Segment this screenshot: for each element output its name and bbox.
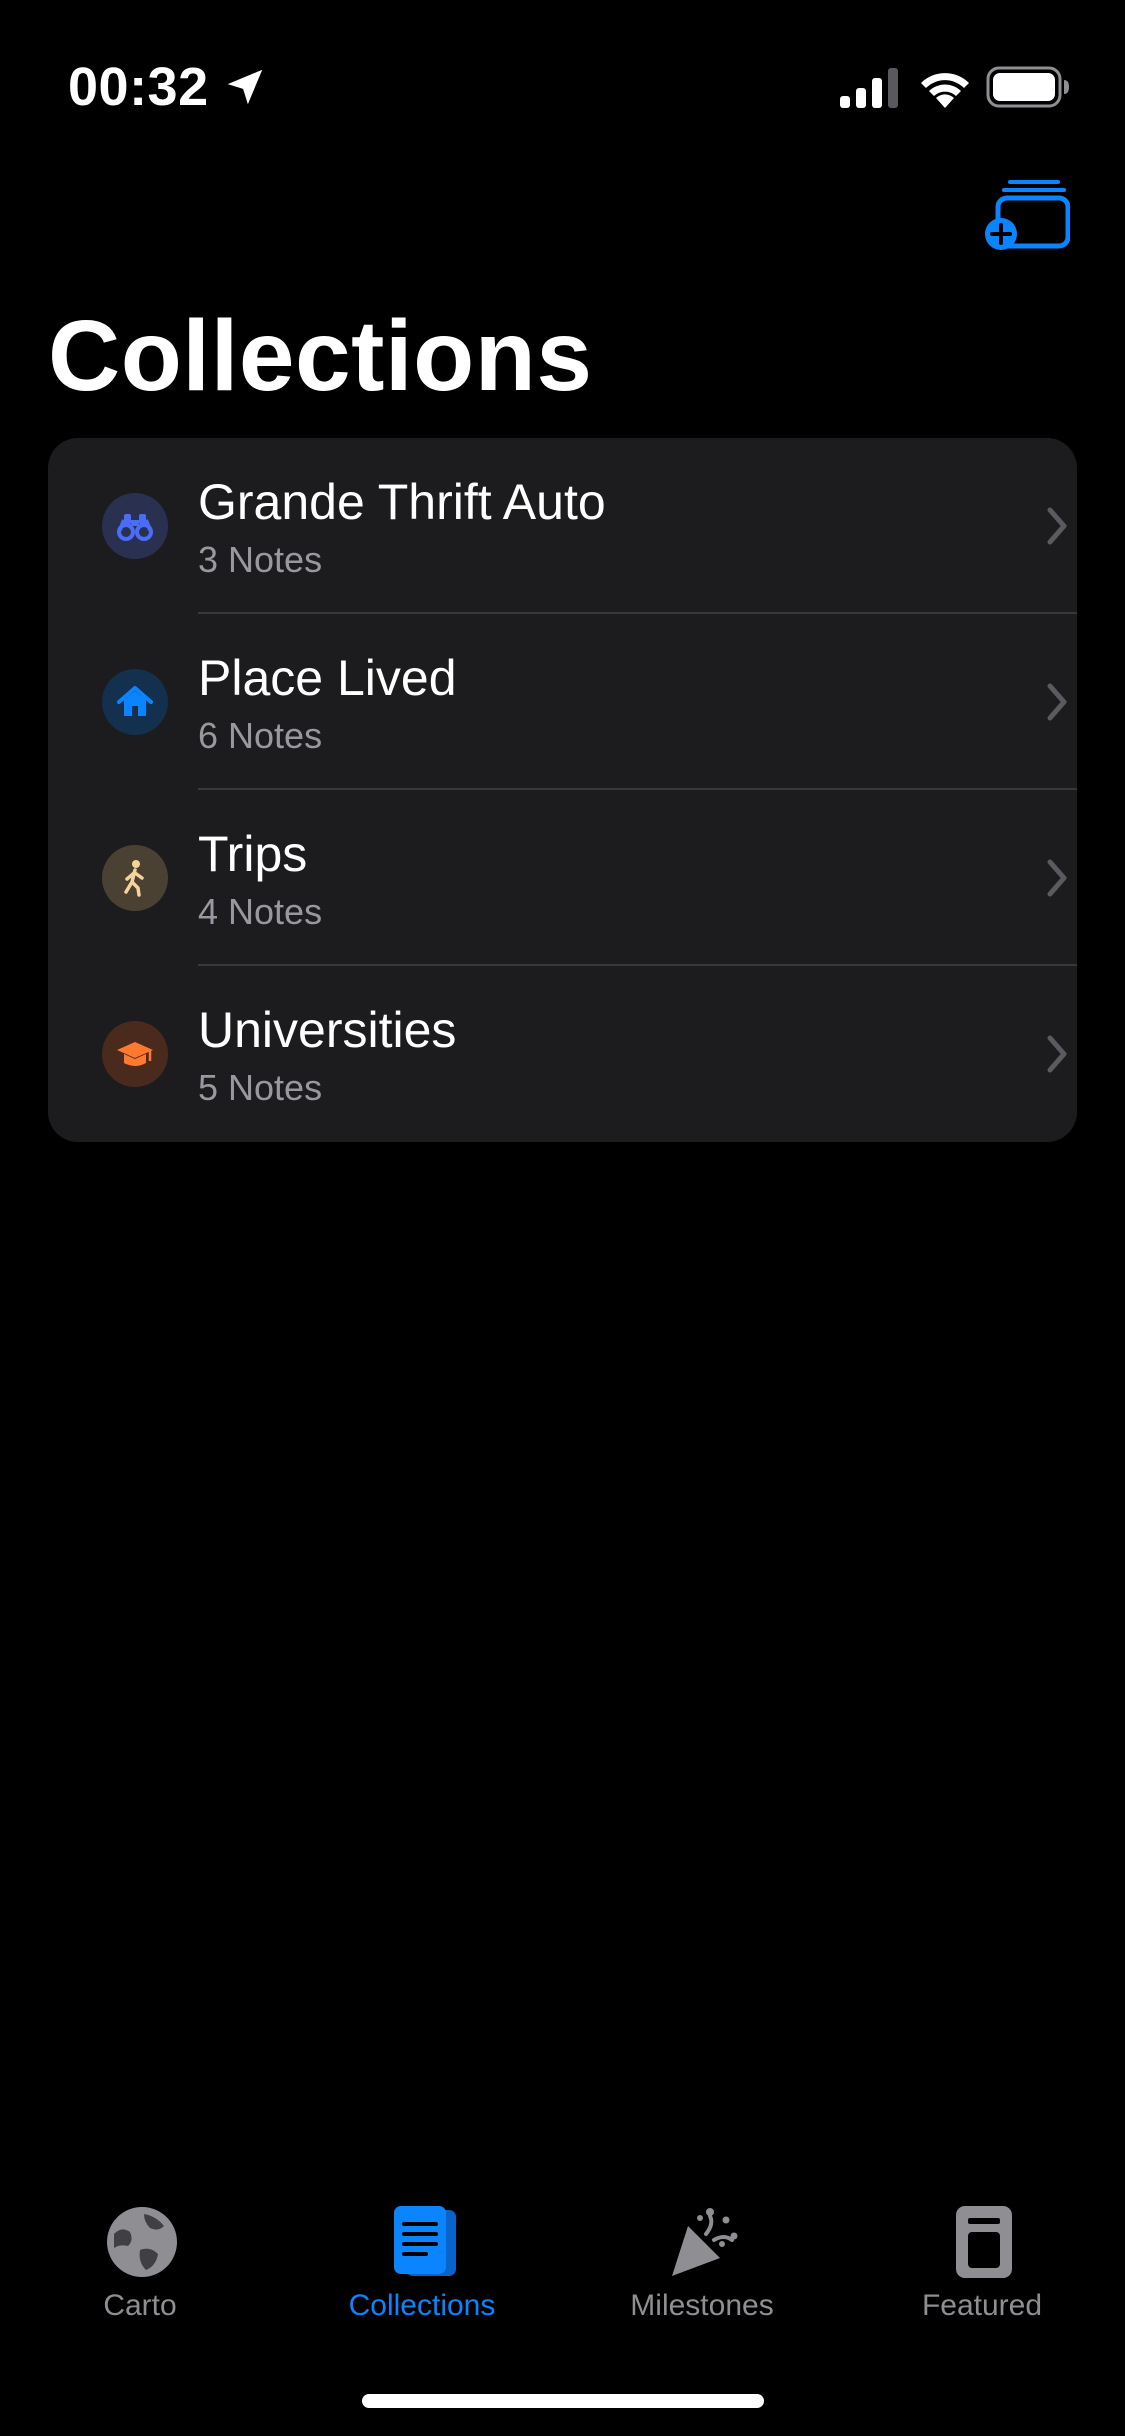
featured-book-icon — [956, 2206, 1012, 2278]
add-collection-icon[interactable] — [984, 172, 1070, 250]
notes-icon — [394, 2206, 456, 2276]
chevron-right-icon — [1047, 683, 1067, 721]
page-title: Collections — [48, 300, 593, 412]
chevron-right-icon — [1047, 1035, 1067, 1073]
wifi-icon — [921, 73, 969, 108]
collection-note-count: 3 Notes — [198, 539, 323, 580]
tab-milestones[interactable]: Milestones — [592, 2180, 812, 2340]
collection-row-grande-thrift-auto[interactable]: Grande Thrift Auto 3 Notes — [48, 438, 1077, 614]
tab-collections[interactable]: Collections — [312, 2180, 532, 2340]
battery-icon — [986, 66, 1069, 108]
collections-screen: 00:32 Collections Grande Thrift Auto 3 N… — [0, 0, 1125, 2436]
graduation-cap-icon — [102, 1021, 168, 1087]
globe-icon — [107, 2207, 177, 2277]
status-bar: 00:32 — [0, 0, 1125, 150]
tab-label: Carto — [103, 2289, 177, 2322]
collection-row-trips[interactable]: Trips 4 Notes — [48, 790, 1077, 966]
collection-row-place-lived[interactable]: Place Lived 6 Notes — [48, 614, 1077, 790]
walking-icon — [102, 845, 168, 911]
house-icon — [102, 669, 168, 735]
cellular-signal-icon — [840, 68, 898, 108]
tab-featured[interactable]: Featured — [872, 2180, 1092, 2340]
collection-row-universities[interactable]: Universities 5 Notes — [48, 966, 1077, 1142]
tab-carto[interactable]: Carto — [30, 2180, 250, 2340]
location-arrow-icon — [227, 69, 263, 105]
collection-title: Universities — [198, 1002, 457, 1058]
chevron-right-icon — [1047, 507, 1067, 545]
collection-note-count: 6 Notes — [198, 715, 323, 756]
tab-label: Milestones — [630, 2289, 774, 2322]
tab-label: Collections — [348, 2289, 496, 2322]
collection-title: Place Lived — [198, 650, 457, 706]
home-indicator — [362, 2394, 764, 2408]
party-popper-icon — [672, 2208, 738, 2276]
collection-title: Grande Thrift Auto — [198, 474, 606, 530]
collection-note-count: 5 Notes — [198, 1067, 323, 1108]
tab-label: Featured — [921, 2289, 1043, 2322]
collections-list: Grande Thrift Auto 3 Notes Place Lived 6… — [48, 438, 1077, 1142]
collection-note-count: 4 Notes — [198, 891, 323, 932]
binoculars-icon — [102, 493, 168, 559]
collection-title: Trips — [198, 826, 308, 882]
status-time: 00:32 — [68, 57, 209, 117]
chevron-right-icon — [1047, 859, 1067, 897]
